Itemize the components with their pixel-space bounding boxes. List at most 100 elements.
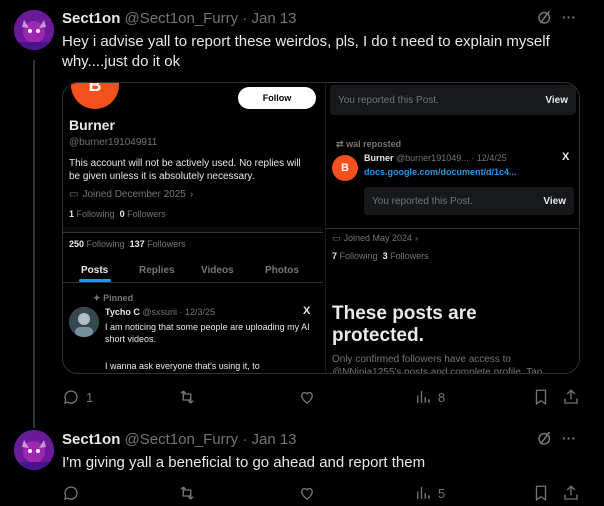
- pin-icon: ✦: [93, 293, 101, 303]
- reported-banner-2: You reported this Post. View: [364, 187, 574, 215]
- author-handle[interactable]: @Sect1on_Furry: [125, 10, 239, 27]
- profile-bio: This account will not be actively used. …: [69, 158, 301, 182]
- views-count: 8: [438, 389, 446, 405]
- joined-date-2: Joined May 2024: [343, 233, 413, 243]
- doc-link: docs.google.com/document/d/1c4...: [364, 167, 517, 177]
- reply-button-2[interactable]: [62, 484, 80, 502]
- follow-stats-3: 7 Following 3 Followers: [332, 251, 429, 261]
- tab-videos: Videos: [201, 265, 234, 276]
- share-icon: [564, 389, 578, 404]
- heart-icon: [301, 487, 313, 500]
- post-text: Hey i advise yall to report these weirdo…: [62, 33, 550, 70]
- burner-date: 12/4/25: [476, 153, 507, 163]
- calendar-icon: ▭: [332, 233, 341, 243]
- pinned-date: 12/3/25: [185, 307, 216, 317]
- share-button[interactable]: [562, 388, 580, 406]
- separator: ·: [242, 431, 248, 448]
- thread-line: [33, 60, 35, 428]
- followers-count-2: 137: [129, 239, 145, 249]
- bookmark-icon: [535, 485, 547, 502]
- following-count: 1: [69, 209, 75, 219]
- avatar[interactable]: [14, 10, 54, 50]
- following-count-3: 7: [332, 251, 338, 261]
- media-card[interactable]: B Follow Burner @burner191049911 This ac…: [62, 82, 580, 374]
- followers-label: Followers: [127, 209, 166, 219]
- pinned-text: I am noticing that some people are uploa…: [105, 322, 310, 344]
- overlap-strip: [63, 227, 323, 233]
- avatar[interactable]: [14, 430, 54, 470]
- separator: ·: [242, 10, 248, 27]
- repost-icon: [180, 486, 194, 500]
- profile-avatar: B: [71, 83, 119, 109]
- grok-icon[interactable]: [536, 8, 554, 29]
- reply-count: 1: [86, 389, 94, 405]
- bookmark-icon: [535, 389, 547, 406]
- pinned-name: Tycho C: [105, 307, 140, 317]
- author-name[interactable]: Sect1on: [62, 10, 120, 27]
- screenshot-right: You reported this Post. View ⇄ wal repos…: [325, 83, 579, 373]
- profile-name: Burner: [69, 117, 115, 133]
- following-label-3: Following: [339, 251, 378, 261]
- repost-label: wal reposted: [346, 139, 402, 149]
- repost-row: ⇄ wal reposted: [336, 139, 401, 150]
- views-count-2: 5: [438, 485, 446, 501]
- reported-text-2: You reported this Post.: [372, 195, 473, 207]
- burner-avatar: B: [332, 155, 358, 181]
- protected-title: These posts are protected.: [332, 303, 477, 346]
- author-handle[interactable]: @Sect1on_Furry: [125, 431, 239, 448]
- views-icon: [417, 391, 430, 403]
- burner-header: Burner @burner191049... · 12/4/25: [364, 153, 507, 163]
- follow-button: Follow: [238, 87, 316, 109]
- bookmark-button-2[interactable]: [532, 484, 550, 502]
- post-text-2: I'm giving yall a beneficial to go ahead…: [62, 454, 426, 471]
- post-date[interactable]: Jan 13: [251, 431, 296, 448]
- repost-button-2[interactable]: [178, 484, 196, 502]
- post-header-2: Sect1on @Sect1on_Furry · Jan 13: [62, 431, 297, 448]
- view-button: View: [545, 94, 568, 106]
- reply-icon: [64, 390, 78, 404]
- reply-button[interactable]: 1: [62, 388, 93, 406]
- like-button-2[interactable]: [298, 484, 316, 502]
- joined-row: ▭ Joined December 2025 ›: [69, 189, 193, 200]
- overlap-strip: [326, 223, 579, 229]
- x-logo-icon: X: [303, 305, 311, 317]
- followers-count-3: 3: [382, 251, 388, 261]
- pinned-handle: @sxsurii: [142, 307, 177, 317]
- more-icon[interactable]: ···: [562, 430, 576, 446]
- bookmark-button[interactable]: [532, 388, 550, 406]
- repost-icon: ⇄: [336, 139, 344, 149]
- tab-replies: Replies: [139, 265, 175, 276]
- avatar-image: [14, 430, 54, 470]
- share-button-2[interactable]: [562, 484, 580, 502]
- chevron-right-icon: ›: [189, 189, 194, 200]
- followers-count: 0: [119, 209, 125, 219]
- post-date[interactable]: Jan 13: [251, 10, 296, 27]
- more-icon[interactable]: ···: [562, 9, 576, 25]
- pinned-header: Tycho C @sxsurii · 12/3/25: [105, 307, 216, 317]
- repost-icon: [180, 390, 194, 404]
- share-icon: [564, 485, 578, 500]
- burner-handle: @burner191049...: [396, 153, 469, 163]
- profile-handle: @burner191049911: [69, 137, 158, 148]
- pinned-text-2: I wanna ask everyone that's using it, to: [105, 361, 260, 371]
- author-name[interactable]: Sect1on: [62, 431, 120, 448]
- follow-stats: 1 Following 0 Followers: [69, 209, 166, 219]
- pinned-row: ✦ Pinned: [93, 293, 133, 304]
- followers-label-2: Followers: [147, 239, 186, 249]
- screenshot-left: B Follow Burner @burner191049911 This ac…: [63, 83, 323, 373]
- burner-name: Burner: [364, 153, 394, 163]
- views-button-2[interactable]: 5: [414, 484, 445, 502]
- views-button[interactable]: 8: [414, 388, 445, 406]
- repost-button[interactable]: [178, 388, 196, 406]
- avatar-image: [14, 10, 54, 50]
- grok-icon[interactable]: [536, 429, 554, 450]
- views-icon: [417, 487, 430, 499]
- profile-tabs: Posts Replies Videos Photos: [63, 259, 323, 283]
- follow-stats-2: 250 Following 137 Followers: [69, 239, 186, 249]
- pinned-avatar: [69, 307, 99, 337]
- heart-icon: [301, 391, 313, 404]
- tab-posts: Posts: [81, 265, 109, 276]
- x-logo-icon: X: [562, 151, 570, 163]
- followers-label-3: Followers: [390, 251, 429, 261]
- like-button[interactable]: [298, 388, 316, 406]
